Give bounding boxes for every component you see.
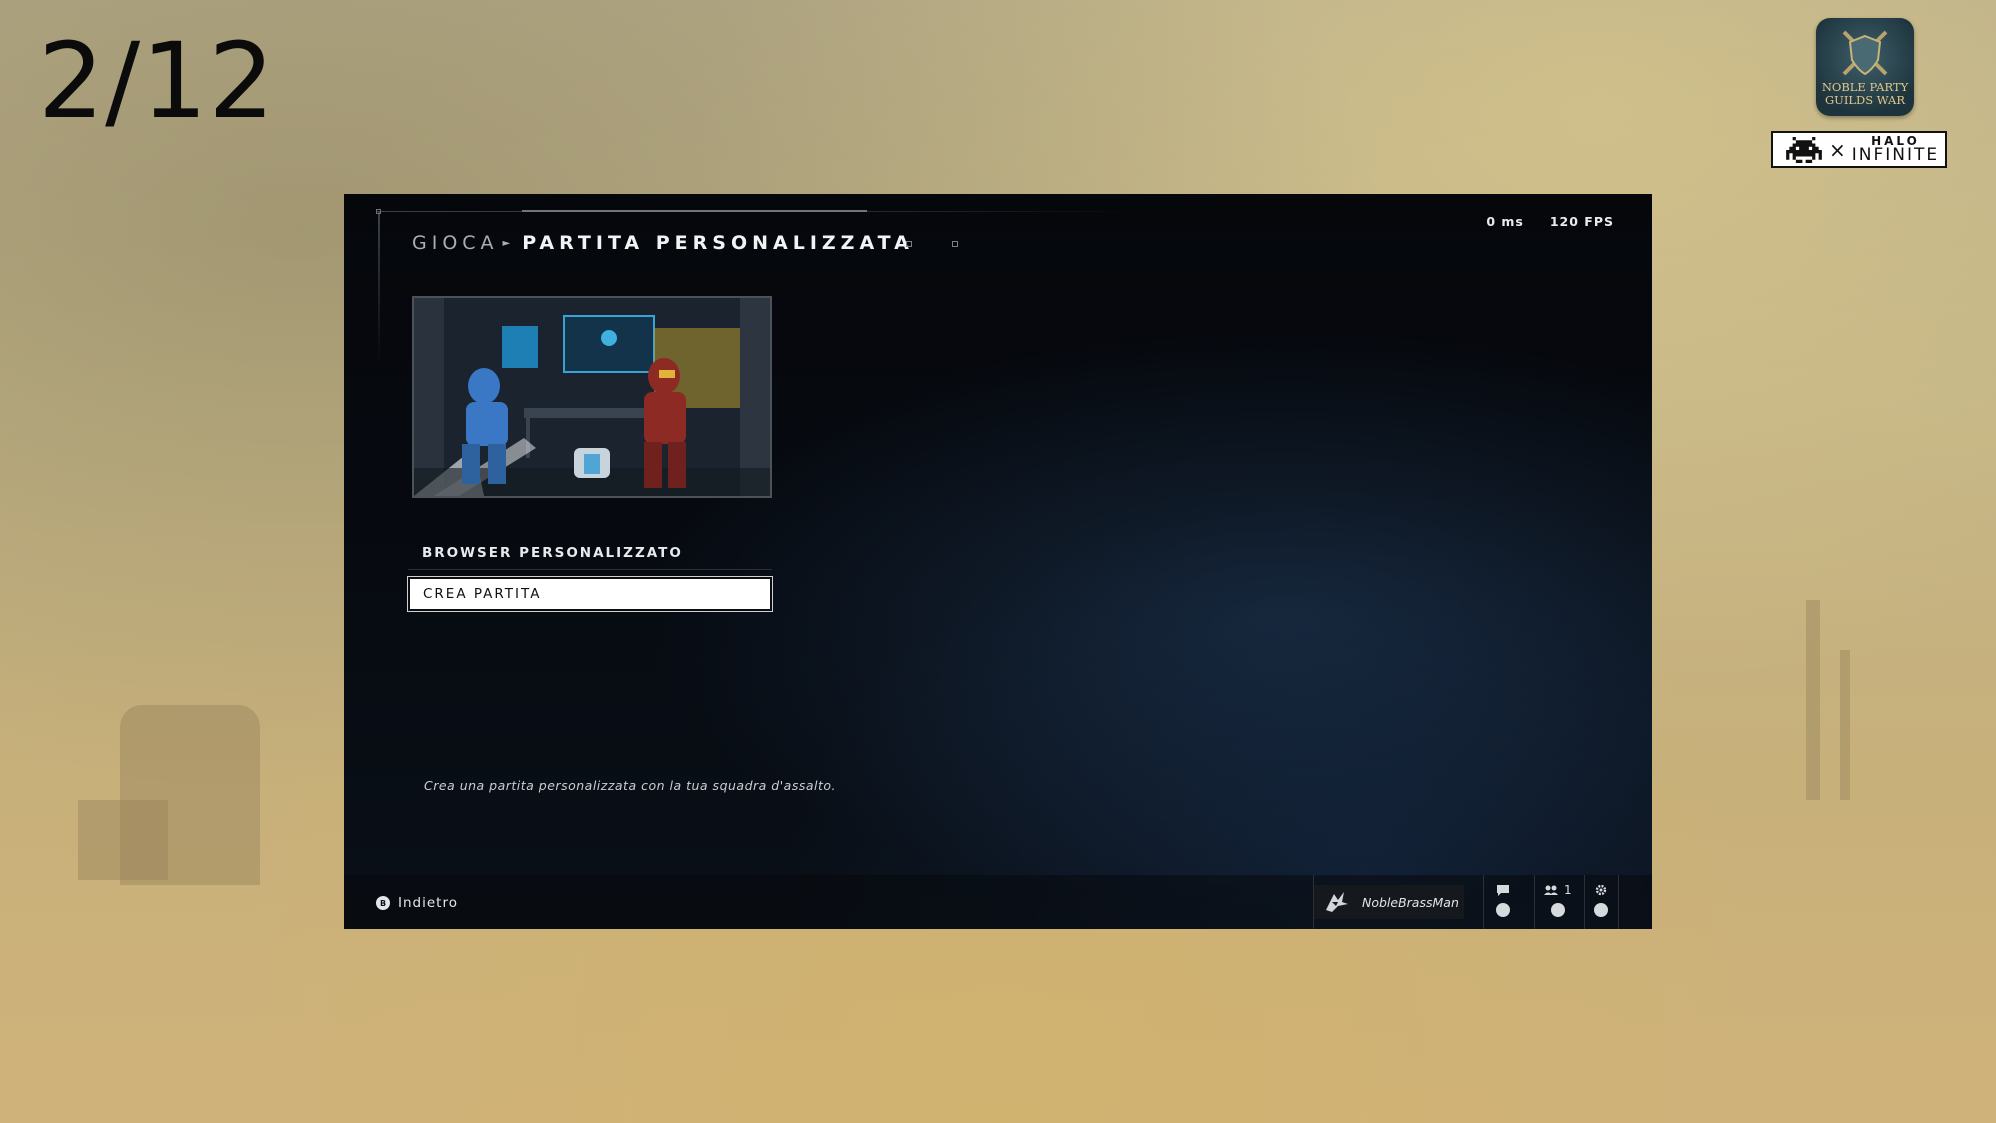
infinite-wordmark: INFINITE [1851,145,1940,165]
menu-item-label: BROWSER PERSONALIZZATO [422,544,683,561]
performance-stats: 0 ms 120 FPS [1486,214,1614,229]
bg-spire-right-2 [1840,650,1850,800]
emblem-icon [1326,892,1348,912]
header-vertical-rule [378,211,380,361]
back-button[interactable]: B Indietro [376,895,458,911]
preview-illustration [414,298,770,496]
header-rule-highlight [522,210,867,212]
footer-divider [1483,875,1484,929]
controller-button-icon [1496,903,1510,917]
menu-item-crea-partita[interactable]: CREA PARTITA [407,576,773,612]
party-button[interactable]: 1 [1544,883,1572,917]
controller-button-icon [1594,903,1608,917]
chat-icon [1497,884,1509,896]
footer-bar: B Indietro NobleBrassMan 1 [344,875,1652,929]
header-dot-icon [906,241,912,247]
main-menu: BROWSER PERSONALIZZATO CREA PARTITA [407,536,773,612]
footer-divider [1618,875,1619,929]
header-corner-marker [376,209,381,214]
bg-ruin-left [78,800,168,880]
ping-readout: 0 ms [1486,214,1524,229]
guild-logo-line2: GUILDS WAR [1824,93,1906,107]
page-title: PARTITA PERSONALIZZATA [522,232,914,254]
controller-button-icon [1550,903,1565,917]
gear-icon [1595,884,1607,896]
breadcrumb-separator-icon: ► [502,237,511,249]
b-button-icon: B [376,896,390,910]
slide-number: 2/12 [38,20,276,142]
footer-divider [1534,875,1535,929]
guild-shield-icon [1842,30,1888,76]
guild-logo: NOBLE PARTY GUILDS WAR [1816,18,1914,116]
game-screen: GIOCA ► PARTITA PERSONALIZZATA 0 ms 120 … [344,194,1652,929]
footer-divider [1584,875,1585,929]
settings-button[interactable] [1594,883,1608,917]
header-dot-icon [952,241,958,247]
gamertag: NobleBrassMan [1362,894,1459,910]
space-invader-icon [1786,136,1822,163]
menu-item-label: CREA PARTITA [423,586,542,602]
party-icon [1544,885,1558,895]
chat-button[interactable] [1496,883,1510,917]
party-count: 1 [1564,883,1572,897]
collab-separator: × [1829,137,1846,162]
menu-item-browser[interactable]: BROWSER PERSONALIZZATO [408,536,772,570]
player-profile[interactable]: NobleBrassMan [1314,885,1464,919]
bg-spire-right [1806,600,1820,800]
custom-game-preview-image [412,296,772,498]
menu-description: Crea una partita personalizzata con la t… [424,778,837,793]
breadcrumb-gioca[interactable]: GIOCA [412,232,499,254]
halo-collab-badge: × HALO INFINITE [1771,131,1947,168]
fps-readout: 120 FPS [1549,214,1614,229]
page-header: GIOCA ► PARTITA PERSONALIZZATA [412,232,914,254]
back-label: Indietro [398,895,458,911]
